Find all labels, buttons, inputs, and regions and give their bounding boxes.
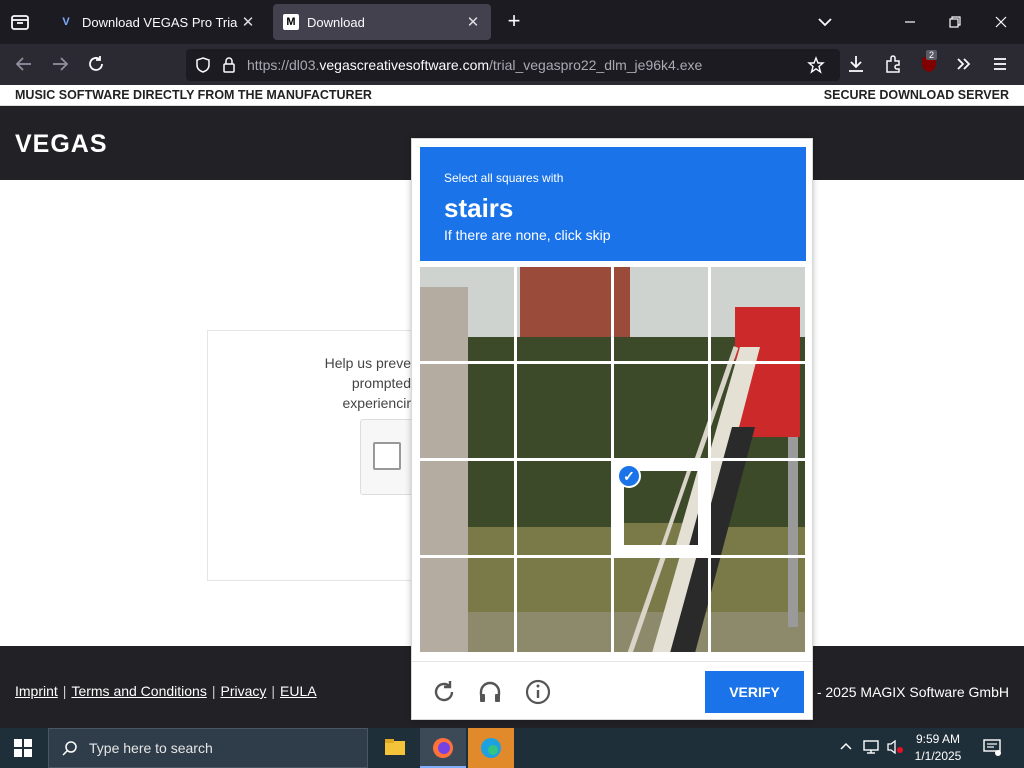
shield-icon[interactable] bbox=[194, 56, 212, 79]
separator: | bbox=[62, 683, 67, 699]
taskbar-search-box[interactable]: Type here to search bbox=[48, 728, 368, 768]
edge-icon[interactable] bbox=[468, 728, 514, 768]
verification-box: Help us preve prompted experiencir bbox=[207, 330, 437, 581]
footer-link-eula[interactable]: EULA bbox=[280, 683, 317, 699]
top-info-strip: MUSIC SOFTWARE DIRECTLY FROM THE MANUFAC… bbox=[0, 85, 1024, 106]
tab-title: Download bbox=[307, 14, 365, 30]
more-tools-icon[interactable] bbox=[953, 53, 975, 75]
captcha-tile[interactable] bbox=[614, 267, 708, 361]
captcha-tile[interactable] bbox=[711, 558, 805, 652]
extensions-icon[interactable] bbox=[882, 53, 904, 75]
separator: | bbox=[211, 683, 216, 699]
captcha-target: stairs bbox=[444, 193, 514, 223]
minimize-icon[interactable] bbox=[900, 12, 920, 32]
firefox-icon[interactable] bbox=[420, 728, 466, 768]
search-icon bbox=[61, 740, 79, 763]
reload-icon[interactable] bbox=[85, 53, 107, 75]
tab-list-icon[interactable] bbox=[8, 10, 32, 34]
footer-link-imprint[interactable]: Imprint bbox=[15, 683, 58, 699]
search-placeholder: Type here to search bbox=[89, 740, 213, 756]
help-text-line: prompted bbox=[351, 375, 411, 391]
refresh-icon[interactable] bbox=[430, 678, 458, 706]
ublock-count-badge: 2 bbox=[926, 50, 938, 60]
captcha-footer: VERIFY bbox=[412, 661, 812, 719]
captcha-challenge: Select all squares with stairs If there … bbox=[411, 138, 813, 720]
tagline-text: MUSIC SOFTWARE DIRECTLY FROM THE MANUFAC… bbox=[15, 88, 372, 102]
help-text-line: experiencir bbox=[342, 395, 411, 411]
captcha-tile[interactable] bbox=[420, 558, 514, 652]
captcha-tile[interactable] bbox=[420, 364, 514, 458]
verify-button[interactable]: VERIFY bbox=[705, 671, 804, 713]
help-text-line: Help us preve bbox=[324, 355, 411, 371]
bookmark-star-icon[interactable] bbox=[807, 56, 825, 79]
captcha-tile[interactable] bbox=[420, 461, 514, 555]
windows-start-icon[interactable] bbox=[14, 739, 32, 757]
footer-links: Imprint | Terms and Conditions | Privacy | EUL… bbox=[15, 683, 317, 699]
url-text[interactable]: https://dl03.vegascreativesoftware.com/t… bbox=[247, 57, 702, 73]
info-icon[interactable] bbox=[524, 678, 552, 706]
forward-icon[interactable] bbox=[49, 53, 71, 75]
captcha-tile[interactable]: ✓ bbox=[614, 461, 708, 555]
copyright-text: 3 - 2025 MAGIX Software GmbH bbox=[805, 684, 1009, 700]
captcha-tile[interactable] bbox=[517, 558, 611, 652]
restore-icon[interactable] bbox=[945, 12, 965, 32]
list-all-tabs-icon[interactable] bbox=[815, 12, 835, 32]
file-explorer-icon[interactable] bbox=[372, 728, 418, 768]
captcha-tile[interactable] bbox=[711, 461, 805, 555]
captcha-tile[interactable] bbox=[711, 267, 805, 361]
close-tab-icon[interactable]: ✕ bbox=[463, 13, 483, 31]
captcha-tile[interactable] bbox=[614, 364, 708, 458]
url-path: /trial_vegaspro22_dlm_je96k4.exe bbox=[489, 57, 703, 73]
captcha-checkbox[interactable] bbox=[373, 442, 401, 470]
close-window-icon[interactable] bbox=[991, 12, 1011, 32]
captcha-prompt: Select all squares with bbox=[444, 171, 564, 185]
back-icon[interactable] bbox=[13, 53, 35, 75]
captcha-image-grid: ✓ bbox=[420, 267, 806, 653]
network-icon[interactable] bbox=[862, 738, 880, 759]
close-tab-icon[interactable]: ✕ bbox=[238, 13, 258, 31]
clock-time: 9:59 AM bbox=[915, 732, 961, 746]
browser-nav-bar: https://dl03.vegascreativesoftware.com/t… bbox=[0, 44, 1024, 85]
separator: | bbox=[271, 683, 276, 699]
address-bar[interactable]: https://dl03.vegascreativesoftware.com/t… bbox=[186, 49, 840, 81]
lock-icon[interactable] bbox=[221, 56, 237, 79]
show-hidden-icons-icon[interactable] bbox=[838, 738, 854, 757]
audio-challenge-icon[interactable] bbox=[476, 678, 504, 706]
footer-link-terms[interactable]: Terms and Conditions bbox=[71, 683, 206, 699]
captcha-tile[interactable] bbox=[517, 461, 611, 555]
vegas-favicon-icon: V bbox=[62, 16, 70, 28]
url-host: vegascreativesoftware.com bbox=[319, 57, 490, 73]
captcha-tile[interactable] bbox=[420, 267, 514, 361]
captcha-tile[interactable] bbox=[517, 267, 611, 361]
captcha-hint: If there are none, click skip bbox=[444, 227, 611, 243]
secure-server-text: SECURE DOWNLOAD SERVER bbox=[823, 88, 1009, 102]
new-tab-icon[interactable]: + bbox=[502, 10, 526, 34]
vegas-logo[interactable]: VEGAS bbox=[15, 130, 108, 159]
volume-muted-icon[interactable] bbox=[886, 738, 904, 759]
url-prefix: https://dl03. bbox=[247, 57, 320, 73]
footer-link-privacy[interactable]: Privacy bbox=[220, 683, 266, 699]
menu-icon[interactable] bbox=[989, 53, 1011, 75]
system-clock[interactable]: 9:59 AM 1/1/2025 bbox=[906, 731, 970, 765]
tab-vegas-trials[interactable]: V Download VEGAS Pro Trials for Y ✕ bbox=[48, 4, 266, 40]
tab-title: Download VEGAS Pro Trials for Y bbox=[82, 14, 238, 30]
tab-download[interactable]: M Download ✕ bbox=[273, 4, 491, 40]
clock-date: 1/1/2025 bbox=[914, 749, 962, 763]
magix-favicon-icon: M bbox=[283, 14, 299, 30]
captcha-header: Select all squares with stairs If there … bbox=[420, 147, 806, 261]
downloads-icon[interactable] bbox=[845, 53, 867, 75]
captcha-tile[interactable] bbox=[614, 558, 708, 652]
captcha-tile[interactable] bbox=[711, 364, 805, 458]
notifications-icon[interactable] bbox=[982, 738, 1002, 759]
browser-tab-bar: V Download VEGAS Pro Trials for Y ✕ M Do… bbox=[0, 0, 1024, 44]
windows-taskbar: Type here to search 9:59 AM 1/1/2025 bbox=[0, 728, 1024, 768]
selected-check-icon: ✓ bbox=[617, 464, 641, 488]
captcha-tile[interactable] bbox=[517, 364, 611, 458]
